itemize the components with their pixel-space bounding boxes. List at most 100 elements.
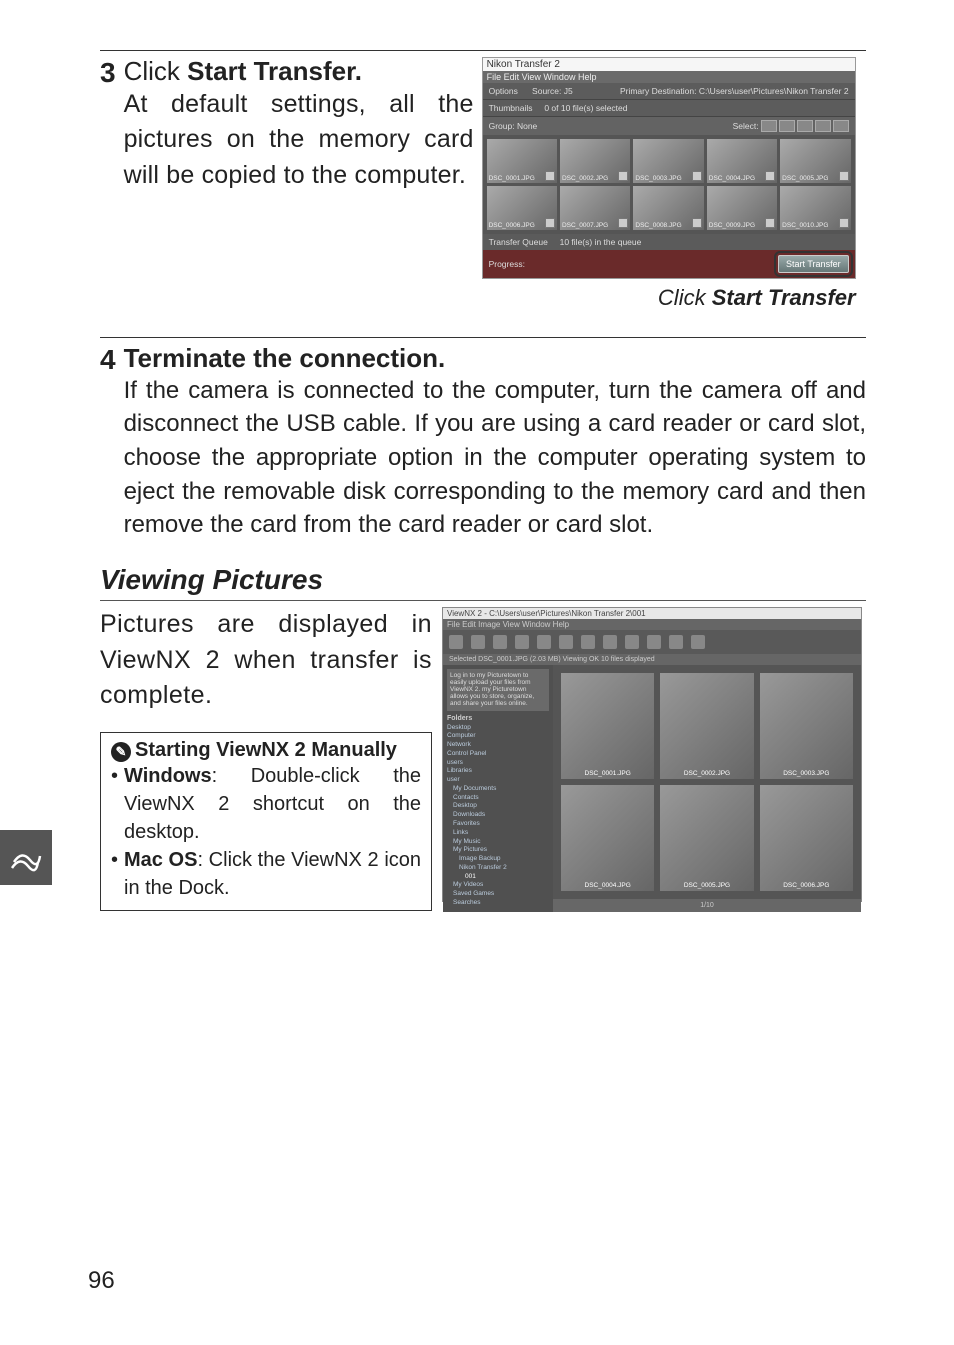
viewnx-sidebar: Log in to my Picturetown to easily uploa… <box>443 665 553 912</box>
viewnx-toolbar <box>443 630 861 654</box>
step-4-body: If the camera is connected to the comput… <box>124 374 866 542</box>
step-3-number: 3 <box>100 57 116 89</box>
viewnx-status-value: 1/10 <box>700 902 714 909</box>
step-4-number: 4 <box>100 344 116 376</box>
step-3-title: Click Start Transfer. <box>124 57 474 87</box>
tree-item: Desktop <box>447 802 549 811</box>
thumb-filename: DSC_0006.JPG <box>783 882 829 889</box>
toolbar-icon <box>647 635 661 649</box>
thumb-item: DSC_0001.JPG <box>561 673 654 779</box>
start-transfer-button[interactable]: Start Transfer <box>778 255 849 273</box>
screenshot-nikon-transfer: Nikon Transfer 2 File Edit View Window H… <box>482 57 856 279</box>
thumb-filename: DSC_0001.JPG <box>585 770 631 777</box>
tw-select-label: Select: <box>733 121 759 131</box>
tree-item: Saved Games <box>447 890 549 899</box>
rule-step4 <box>100 337 866 338</box>
aside-item-windows: Windows: Double-click the ViewNX 2 short… <box>111 762 421 846</box>
tree-item: Links <box>447 829 549 838</box>
thumb-item: DSC_0005.JPG <box>780 139 850 183</box>
thumb-item: DSC_0003.JPG <box>760 673 853 779</box>
viewnx-folder-tree: Desktop Computer Network Control Panel u… <box>447 724 549 908</box>
tree-item: Downloads <box>447 811 549 820</box>
tree-item: Contacts <box>447 794 549 803</box>
step-4-title-text: Terminate the connection. <box>124 343 446 373</box>
checkbox-icon <box>545 218 555 228</box>
caption-prefix: Click <box>658 285 712 310</box>
caption-bold: Start Transfer <box>712 285 856 310</box>
step-3-title-bold: Start Transfer. <box>187 56 362 86</box>
screenshot-viewnx: ViewNX 2 - C:\Users\user\Pictures\Nikon … <box>442 607 862 902</box>
checkbox-icon <box>545 171 555 181</box>
thumb-filename: DSC_0007.JPG <box>562 222 608 229</box>
pencil-icon: ✎ <box>111 742 131 762</box>
toolbar-icon <box>691 635 705 649</box>
tw-dest-label: Primary Destination: C:\Users\user\Pictu… <box>620 86 849 96</box>
thumb-filename: DSC_0006.JPG <box>489 222 535 229</box>
tree-item: Nikon Transfer 2 <box>447 864 549 873</box>
select-chip-icon <box>797 120 813 132</box>
aside-title-text: Starting ViewNX 2 Manually <box>135 739 397 761</box>
tree-item: My Videos <box>447 881 549 890</box>
select-chip-icon <box>833 120 849 132</box>
step-3-title-prefix: Click <box>124 56 188 86</box>
thumb-filename: DSC_0008.JPG <box>635 222 681 229</box>
thumb-item: DSC_0007.JPG <box>560 186 630 230</box>
thumb-item: DSC_0010.JPG <box>780 186 850 230</box>
step-3-body: At default settings, all the pictures on… <box>124 87 474 194</box>
viewnx-menu: File Edit Image View Window Help <box>443 619 861 630</box>
tree-item: My Documents <box>447 785 549 794</box>
tree-item: Network <box>447 741 549 750</box>
thumb-item: DSC_0006.JPG <box>487 186 557 230</box>
thumb-filename: DSC_0003.JPG <box>635 175 681 182</box>
checkbox-icon <box>839 218 849 228</box>
heading-viewing-pictures: Viewing Pictures <box>100 564 866 596</box>
tw-options-label: Options <box>489 86 518 96</box>
tree-item: Control Panel <box>447 750 549 759</box>
thumb-item: DSC_0006.JPG <box>760 785 853 891</box>
viewnx-folders-label: Folders <box>447 715 549 722</box>
thumb-filename: DSC_0002.JPG <box>562 175 608 182</box>
thumb-filename: DSC_0005.JPG <box>782 175 828 182</box>
thumb-item: DSC_0009.JPG <box>707 186 777 230</box>
toolbar-icon <box>449 635 463 649</box>
tree-item: Computer <box>447 732 549 741</box>
aside-starting-viewnx: ✎Starting ViewNX 2 Manually Windows: Dou… <box>100 732 432 911</box>
viewnx-tip: Log in to my Picturetown to easily uploa… <box>447 669 549 711</box>
thumb-item: DSC_0003.JPG <box>633 139 703 183</box>
tw-source-label: Source: J5 <box>532 86 573 96</box>
checkbox-icon <box>618 171 628 181</box>
checkbox-icon <box>618 218 628 228</box>
checkbox-icon <box>839 171 849 181</box>
rule-viewing <box>100 600 866 601</box>
toolbar-icon <box>493 635 507 649</box>
toolbar-icon <box>581 635 595 649</box>
viewnx-breadcrumb: Selected DSC_0001.JPG (2.03 MB) Viewing … <box>443 654 861 665</box>
thumb-filename: DSC_0002.JPG <box>684 770 730 777</box>
toolbar-icon <box>625 635 639 649</box>
thumb-item: DSC_0002.JPG <box>660 673 753 779</box>
tw-thumbnails-info: 0 of 10 file(s) selected <box>544 103 627 113</box>
toolbar-icon <box>537 635 551 649</box>
thumb-item: DSC_0005.JPG <box>660 785 753 891</box>
page-number: 96 <box>88 1267 115 1295</box>
aside-title: ✎Starting ViewNX 2 Manually <box>111 739 421 762</box>
tree-item-selected: 001 <box>447 873 549 882</box>
viewnx-titlebar: ViewNX 2 - C:\Users\user\Pictures\Nikon … <box>443 608 861 619</box>
tree-item: My Music <box>447 838 549 847</box>
tree-item: Desktop <box>447 724 549 733</box>
side-tab-connectivity <box>0 830 52 885</box>
tw-queue-info: 10 file(s) in the queue <box>560 237 642 247</box>
tree-item: Libraries <box>447 767 549 776</box>
connectivity-icon <box>10 842 42 874</box>
transfer-window-title: Nikon Transfer 2 <box>483 58 855 71</box>
step-3: 3 Click Start Transfer. At default setti… <box>100 57 866 311</box>
thumb-item: DSC_0002.JPG <box>560 139 630 183</box>
toolbar-icon <box>669 635 683 649</box>
tree-item: Favorites <box>447 820 549 829</box>
tw-progress-label: Progress: <box>489 259 525 269</box>
checkbox-icon <box>765 218 775 228</box>
thumb-filename: DSC_0003.JPG <box>783 770 829 777</box>
select-chip-icon <box>779 120 795 132</box>
viewnx-thumb-grid: DSC_0001.JPG DSC_0002.JPG DSC_0003.JPG D… <box>553 665 861 899</box>
tree-item: users <box>447 759 549 768</box>
